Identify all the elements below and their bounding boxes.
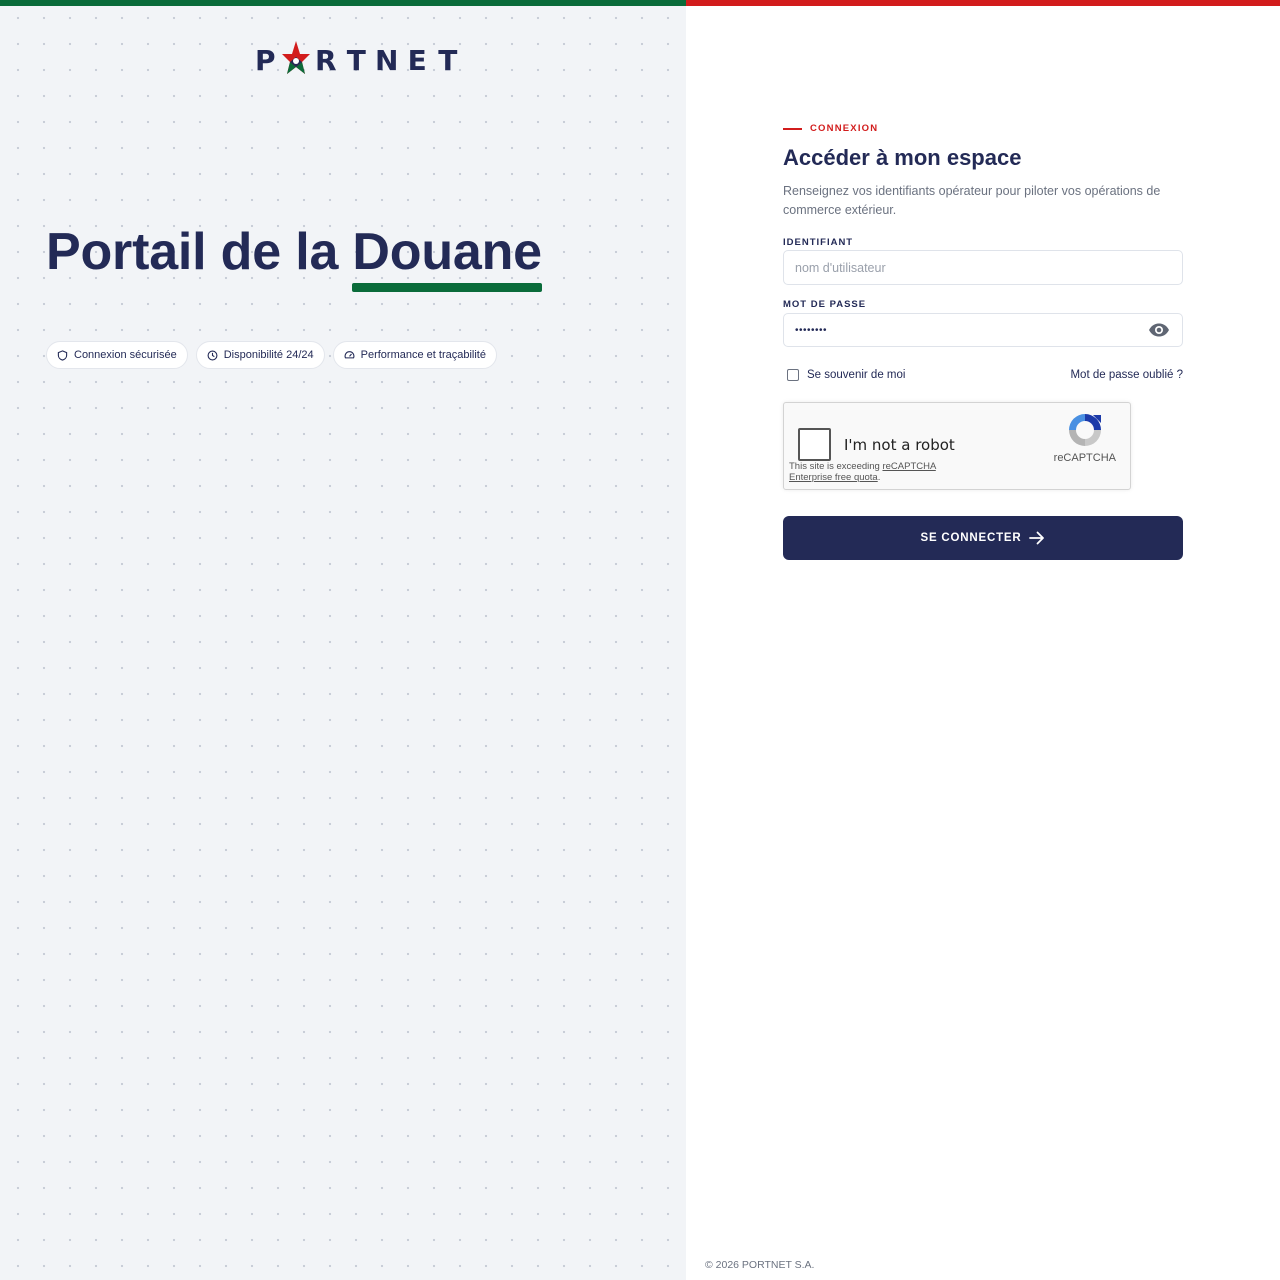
star-icon	[281, 41, 310, 74]
eyebrow-label: CONNEXION	[810, 123, 879, 134]
feature-chip-label: Disponibilité 24/24	[223, 349, 314, 361]
logo-letter: P	[254, 43, 276, 77]
hero-title-text: Portail de la	[46, 223, 353, 281]
login-button[interactable]: SE CONNECTER	[783, 516, 1183, 560]
hero-title: Portail de la Douane	[46, 222, 542, 292]
highlight-underline	[352, 283, 542, 292]
arrow-right-icon	[1029, 531, 1045, 545]
section-eyebrow: CONNEXION	[783, 123, 878, 134]
recaptcha-warning-suffix: .	[877, 472, 881, 483]
feature-chip-secure: Connexion sécurisée	[46, 341, 188, 369]
forgot-password-link[interactable]: Mot de passe oublié ?	[1070, 369, 1183, 381]
logo-letter: E	[407, 43, 427, 77]
recaptcha-warning: This site is exceeding reCAPTCHA Enterpr…	[789, 461, 959, 483]
password-label: MOT DE PASSE	[783, 299, 867, 310]
clock-icon	[207, 350, 218, 360]
shield-icon	[57, 349, 68, 361]
recaptcha-logo-icon	[1069, 414, 1101, 446]
recaptcha-checkbox[interactable]	[798, 428, 831, 461]
form-description: Renseignez vos identifiants opérateur po…	[783, 184, 1161, 217]
feature-chip-availability: Disponibilité 24/24	[195, 341, 325, 369]
portnet-logo: P R T N E T	[250, 40, 463, 80]
recaptcha-quota-link[interactable]: Enterprise free quota	[789, 472, 878, 483]
hero-panel: P R T N E T Portail de la Douane Connexi…	[0, 0, 686, 1280]
logo-letter: N	[375, 43, 399, 77]
feature-chip-label: Performance et traçabilité	[360, 349, 486, 361]
username-field[interactable]	[783, 250, 1183, 285]
flag-color-bar	[0, 0, 1280, 6]
login-button-label: SE CONNECTER	[920, 532, 1022, 544]
logo-letter: R	[314, 43, 337, 77]
eyebrow-dash	[783, 127, 802, 130]
flag-red-stripe	[686, 0, 1280, 6]
recaptcha-widget: I'm not a robot reCAPTCHA This site is e…	[783, 402, 1131, 490]
feature-chips: Connexion sécurisée Disponibilité 24/24 …	[46, 341, 497, 369]
flag-green-stripe	[0, 0, 686, 6]
feature-chip-label: Connexion sécurisée	[74, 349, 177, 361]
recaptcha-link[interactable]: reCAPTCHA	[882, 461, 935, 472]
username-label: IDENTIFIANT	[783, 237, 854, 248]
remember-me-checkbox[interactable]	[787, 369, 799, 381]
eye-icon[interactable]	[1148, 322, 1170, 338]
password-field-wrap	[783, 313, 1183, 347]
password-field[interactable]	[783, 313, 1183, 347]
remember-me[interactable]: Se souvenir de moi	[787, 369, 905, 381]
form-title: Accéder à mon espace	[783, 145, 1022, 170]
feature-chip-performance: Performance et traçabilité	[332, 341, 497, 369]
login-panel: CONNEXION Accéder à mon espace Renseigne…	[686, 0, 1280, 1280]
recaptcha-label: I'm not a robot	[844, 436, 955, 454]
copyright-footer: © 2026 PORTNET S.A.	[705, 1259, 815, 1271]
logo-letter: T	[438, 43, 458, 77]
gauge-icon	[344, 350, 355, 358]
logo-letter: T	[346, 43, 366, 77]
recaptcha-warning-text: This site is exceeding	[789, 461, 883, 472]
recaptcha-brand: reCAPTCHA	[1053, 452, 1116, 464]
remember-me-label: Se souvenir de moi	[807, 369, 906, 381]
hero-title-highlight: Douane	[352, 222, 542, 292]
hero-title-highlight-text: Douane	[352, 223, 542, 281]
